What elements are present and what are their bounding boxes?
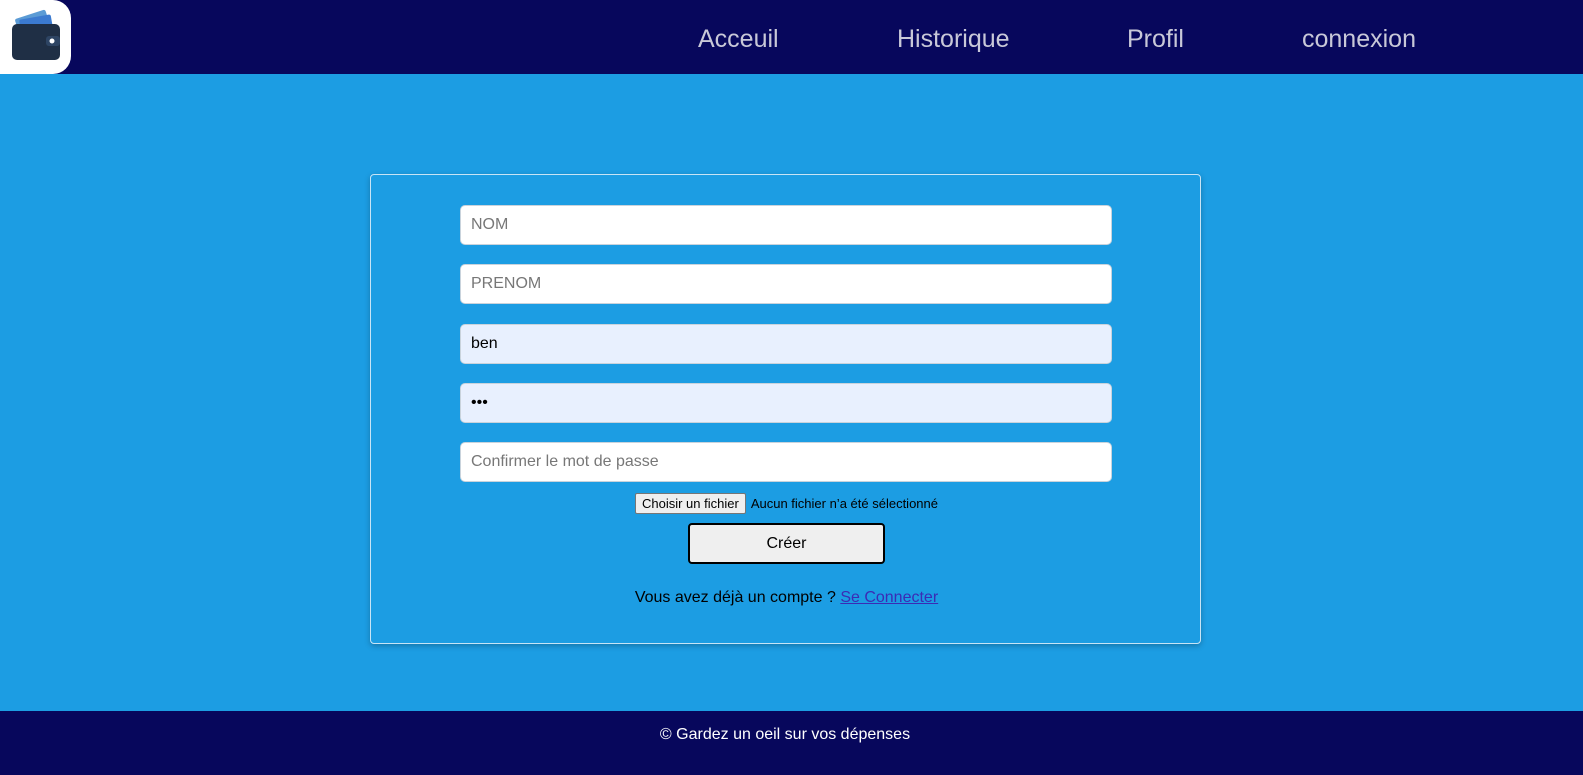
login-prompt-text: Vous avez déjà un compte ?: [634, 589, 836, 606]
login-prompt-row: Vous avez déjà un compte ? Se Connecter: [371, 589, 1202, 607]
logo[interactable]: [0, 0, 71, 74]
nav-acceuil[interactable]: Acceuil: [698, 24, 779, 54]
file-upload: Choisir un fichier Aucun fichier n’a été…: [371, 492, 1202, 514]
nom-input[interactable]: [460, 205, 1112, 245]
file-status: Aucun fichier n’a été sélectionné: [750, 495, 938, 511]
footer: © Gardez un oeil sur vos dépenses: [0, 711, 1583, 775]
confirm-password-input[interactable]: [460, 442, 1112, 482]
prenom-input[interactable]: [460, 264, 1112, 304]
login-link[interactable]: Se Connecter: [840, 589, 938, 606]
wallet-icon: [11, 9, 60, 60]
nav-historique[interactable]: Historique: [897, 24, 1010, 54]
footer-text: © Gardez un oeil sur vos dépenses: [659, 726, 911, 743]
choose-file-button[interactable]: Choisir un fichier: [634, 492, 746, 514]
nav-connexion[interactable]: connexion: [1302, 24, 1416, 54]
signup-card: Choisir un fichier Aucun fichier n’a été…: [370, 174, 1201, 644]
password-input[interactable]: [460, 383, 1112, 423]
navbar: Acceuil Historique Profil connexion: [0, 0, 1583, 74]
username-input[interactable]: [460, 324, 1112, 364]
nav-profil[interactable]: Profil: [1127, 24, 1184, 54]
create-button[interactable]: Créer: [688, 523, 885, 564]
